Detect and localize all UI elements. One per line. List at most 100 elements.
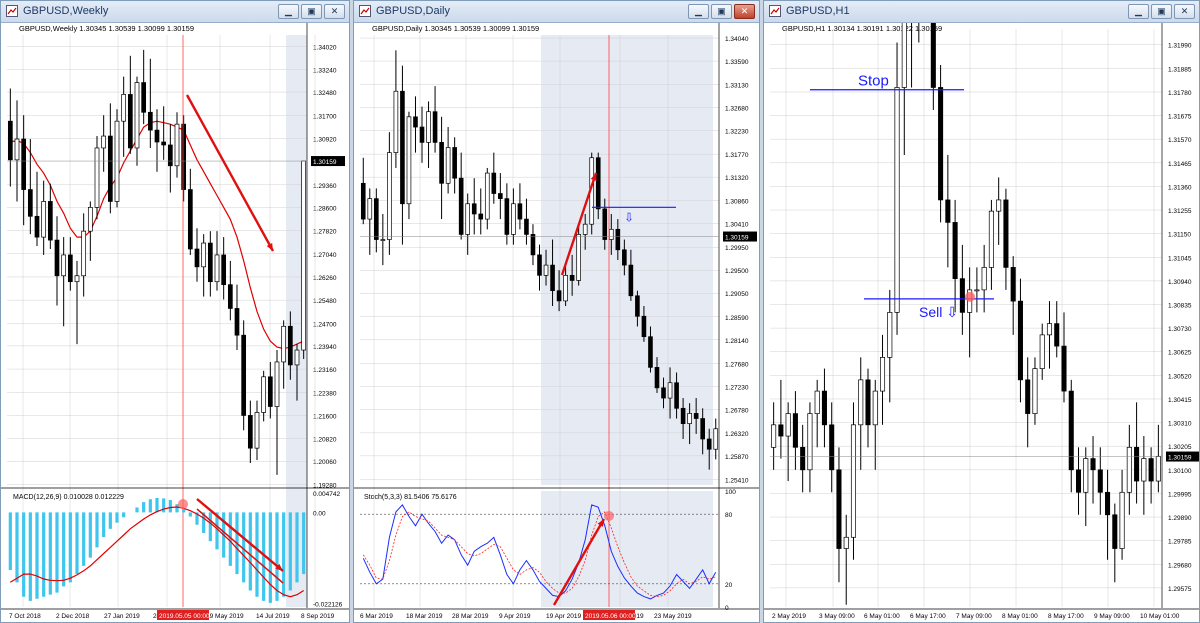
time-axis-label: 8 Sep 2019 bbox=[301, 613, 335, 620]
restore-button[interactable]: ▣ bbox=[301, 4, 322, 19]
candle-body bbox=[829, 424, 835, 471]
window-h1[interactable]: GBPUSD,H1 ▁ ▣ ✕ GBPUSD,H1 1.30134 1.3019… bbox=[763, 0, 1200, 623]
price-tick-label: 1.34020 bbox=[313, 44, 337, 51]
indicator-tick-label: 0.00 bbox=[313, 510, 326, 517]
price-tick-label: 1.30410 bbox=[725, 222, 749, 229]
candle-body bbox=[387, 152, 392, 240]
candle-body bbox=[1017, 300, 1023, 381]
close-button[interactable]: ✕ bbox=[1174, 4, 1195, 19]
price-tick-label: 1.25410 bbox=[725, 477, 749, 484]
candle-body bbox=[945, 199, 951, 223]
candle-body bbox=[1032, 368, 1038, 414]
time-axis-label: 6 Mar 2019 bbox=[360, 613, 393, 620]
price-tick-label: 1.31770 bbox=[725, 152, 749, 159]
price-tick-label: 1.29575 bbox=[1168, 586, 1192, 593]
minimize-button[interactable]: ▁ bbox=[278, 4, 299, 19]
candle-body bbox=[147, 111, 153, 131]
candle-body bbox=[393, 90, 399, 153]
price-tick-label: 1.33240 bbox=[313, 67, 337, 74]
candle-body bbox=[154, 129, 160, 143]
candle-body bbox=[367, 198, 373, 220]
candle-body bbox=[517, 203, 523, 220]
window-weekly[interactable]: GBPUSD,Weekly ▁ ▣ ✕ GBPUSD,Weekly 1.3034… bbox=[0, 0, 350, 623]
price-tick-label: 1.26320 bbox=[725, 431, 749, 438]
time-axis-label: 27 Jan 2019 bbox=[104, 613, 140, 620]
candle-body bbox=[615, 228, 621, 251]
candle-body bbox=[458, 177, 464, 235]
price-tick-label: 1.31045 bbox=[1168, 255, 1192, 262]
chart-area[interactable]: GBPUSD,H1 1.30134 1.30191 1.30122 1.3015… bbox=[764, 23, 1199, 622]
date-marker-label: 2019.05.06 00:00 bbox=[585, 613, 636, 620]
price-tick-label: 1.31990 bbox=[1168, 43, 1192, 50]
candle-body bbox=[628, 264, 634, 297]
candle-body bbox=[1046, 323, 1053, 336]
candle-body bbox=[1090, 458, 1096, 471]
restore-button[interactable]: ▣ bbox=[711, 4, 732, 19]
candle-body bbox=[439, 142, 444, 184]
candle-body bbox=[141, 82, 147, 113]
candle-body bbox=[214, 254, 220, 283]
time-axis-label: 6 May 17:00 bbox=[910, 613, 946, 620]
candle-body bbox=[595, 157, 601, 210]
candle-body bbox=[81, 230, 87, 277]
window-titlebar[interactable]: GBPUSD,Weekly ▁ ▣ ✕ bbox=[1, 1, 349, 23]
time-axis-label: 18 Mar 2019 bbox=[406, 613, 443, 620]
candle-body bbox=[800, 446, 806, 471]
price-tick-label: 1.33130 bbox=[725, 83, 749, 90]
time-axis-label: 9 Apr 2019 bbox=[499, 613, 531, 620]
candle-body bbox=[107, 135, 113, 202]
candle-body bbox=[1083, 458, 1089, 493]
candle-body bbox=[530, 234, 536, 256]
price-tick-label: 1.24700 bbox=[313, 321, 337, 328]
price-tick-label: 1.31675 bbox=[1168, 114, 1192, 121]
candle-body bbox=[174, 123, 180, 167]
time-axis-label: 7 Oct 2018 bbox=[9, 613, 41, 620]
price-tick-label: 1.23160 bbox=[313, 367, 337, 374]
candle-body bbox=[7, 120, 13, 161]
time-axis-label: 19 Apr 2019 bbox=[546, 613, 581, 620]
chart-area[interactable]: GBPUSD,Weekly 1.30345 1.30539 1.30099 1.… bbox=[1, 23, 349, 622]
candle-body bbox=[1097, 469, 1103, 493]
price-tick-label: 1.23940 bbox=[313, 344, 337, 351]
trend-arrow bbox=[185, 94, 275, 252]
candle-body bbox=[1075, 469, 1082, 493]
window-titlebar[interactable]: GBPUSD,H1 ▁ ▣ ✕ bbox=[764, 1, 1199, 23]
candle-body bbox=[1141, 458, 1147, 482]
window-daily[interactable]: GBPUSD,Daily ▁ ▣ ✕ GBPUSD,Daily 1.30345 … bbox=[353, 0, 760, 623]
current-price-label: 1.30159 bbox=[725, 235, 749, 242]
price-tick-label: 1.31360 bbox=[1168, 184, 1192, 191]
candle-body bbox=[94, 147, 100, 208]
candle-body bbox=[667, 382, 673, 399]
candle-body bbox=[821, 390, 827, 426]
candle-body bbox=[274, 361, 280, 407]
price-tick-label: 1.22380 bbox=[313, 390, 337, 397]
candle-body bbox=[872, 390, 878, 426]
candle-body bbox=[887, 312, 893, 358]
price-tick-label: 1.31150 bbox=[1168, 232, 1191, 239]
candle-body bbox=[54, 239, 60, 277]
candle-body bbox=[687, 413, 692, 424]
window-titlebar[interactable]: GBPUSD,Daily ▁ ▣ ✕ bbox=[354, 1, 759, 23]
price-tick-label: 1.21600 bbox=[313, 413, 337, 420]
price-tick-label: 1.30730 bbox=[1168, 326, 1192, 333]
candle-body bbox=[380, 239, 386, 241]
candle-body bbox=[360, 182, 366, 220]
candle-body bbox=[14, 138, 20, 161]
time-axis-label: 10 May 01:00 bbox=[1140, 613, 1180, 620]
price-tick-label: 1.29890 bbox=[1168, 515, 1192, 522]
close-button[interactable]: ✕ bbox=[324, 4, 345, 19]
candle-body bbox=[1010, 267, 1016, 302]
minimize-button[interactable]: ▁ bbox=[688, 4, 709, 19]
candle-body bbox=[465, 203, 471, 235]
time-axis-label: 2 May 2019 bbox=[772, 613, 806, 620]
candle-body bbox=[693, 413, 699, 419]
candle-body bbox=[504, 198, 510, 235]
price-tick-label: 1.28590 bbox=[725, 315, 749, 322]
price-tick-label: 1.26260 bbox=[313, 275, 337, 282]
candle-body bbox=[167, 144, 173, 167]
chart-area[interactable]: GBPUSD,Daily 1.30345 1.30539 1.30099 1.3… bbox=[354, 23, 759, 622]
stop-label: Stop bbox=[858, 73, 889, 90]
minimize-button[interactable]: ▁ bbox=[1128, 4, 1149, 19]
close-button[interactable]: ✕ bbox=[734, 4, 755, 19]
restore-button[interactable]: ▣ bbox=[1151, 4, 1172, 19]
